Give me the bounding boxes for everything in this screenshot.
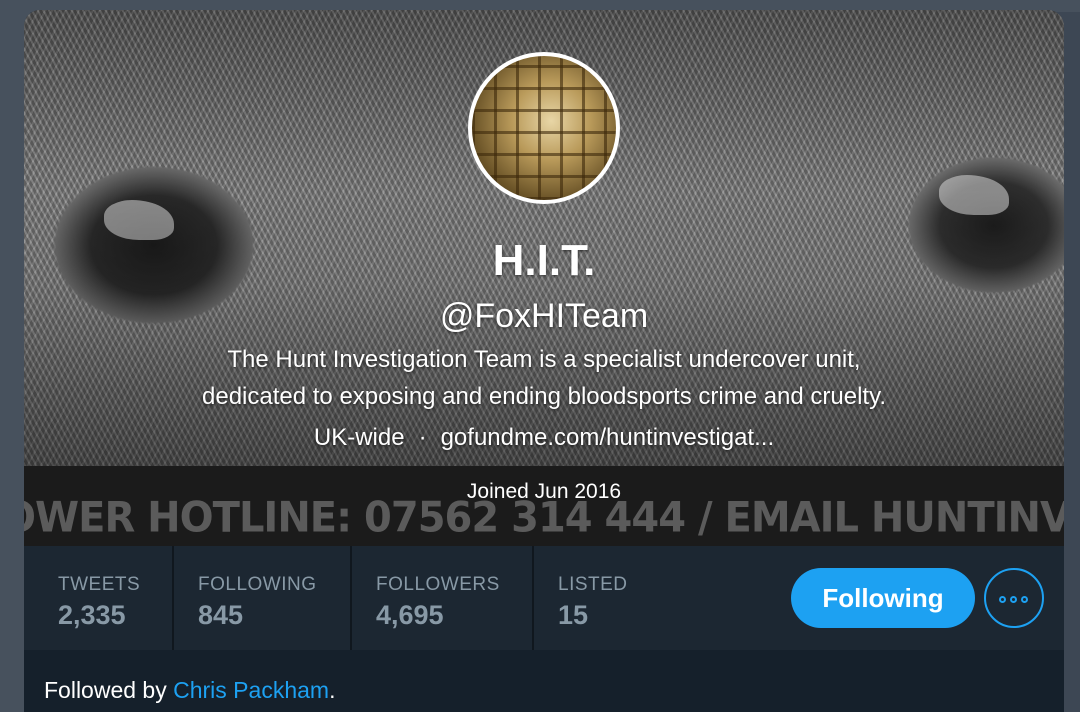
bio-line-1: The Hunt Investigation Team is a special… [227, 346, 861, 373]
followed-by: Followed by Chris Packham. [44, 677, 335, 704]
stat-followers[interactable]: FOLLOWERS 4,695 [376, 546, 500, 650]
stat-label: LISTED [558, 574, 628, 595]
profile-location: UK-wide [313, 424, 405, 451]
stat-value: 4,695 [376, 600, 444, 630]
stat-divider [532, 546, 534, 650]
meta-separator: · [418, 424, 427, 451]
profile-bio: The Hunt Investigation Team is a special… [94, 341, 994, 415]
stat-value: 845 [198, 600, 244, 630]
followed-by-prefix: Followed by [44, 677, 174, 703]
stat-following[interactable]: FOLLOWING 845 [198, 546, 317, 650]
stat-label: TWEETS [58, 574, 141, 595]
bio-line-2: dedicated to exposing and ending bloodsp… [202, 383, 886, 410]
stat-divider [350, 546, 352, 650]
stat-value: 2,335 [58, 600, 126, 630]
profile-meta: UK-wide · gofundme.com/huntinvestigat... [24, 424, 1064, 452]
more-icon [1010, 596, 1017, 603]
followed-by-user-link[interactable]: Chris Packham [173, 677, 329, 703]
followed-by-suffix: . [329, 677, 336, 703]
stat-value: 15 [558, 600, 589, 630]
profile-card: OWER HOTLINE: 07562 314 444 / EMAIL HUNT… [24, 10, 1064, 712]
more-icon [1021, 596, 1028, 603]
profile-website-link[interactable]: gofundme.com/huntinvestigat... [441, 424, 775, 451]
profile-handle: @FoxHITeam [439, 297, 649, 335]
more-button[interactable] [984, 568, 1044, 628]
stat-listed[interactable]: LISTED 15 [558, 546, 628, 650]
more-icon [999, 596, 1006, 603]
banner-eye-right [939, 175, 1009, 215]
profile-name: H.I.T. [492, 236, 596, 285]
stat-divider [172, 546, 174, 650]
banner-eye-left [104, 200, 174, 240]
stat-tweets[interactable]: TWEETS 2,335 [58, 546, 140, 650]
following-button[interactable]: Following [791, 568, 975, 628]
joined-date: Joined Jun 2016 [466, 480, 622, 503]
stat-label: FOLLOWERS [376, 574, 500, 595]
avatar[interactable] [468, 52, 620, 204]
stat-label: FOLLOWING [198, 574, 317, 595]
